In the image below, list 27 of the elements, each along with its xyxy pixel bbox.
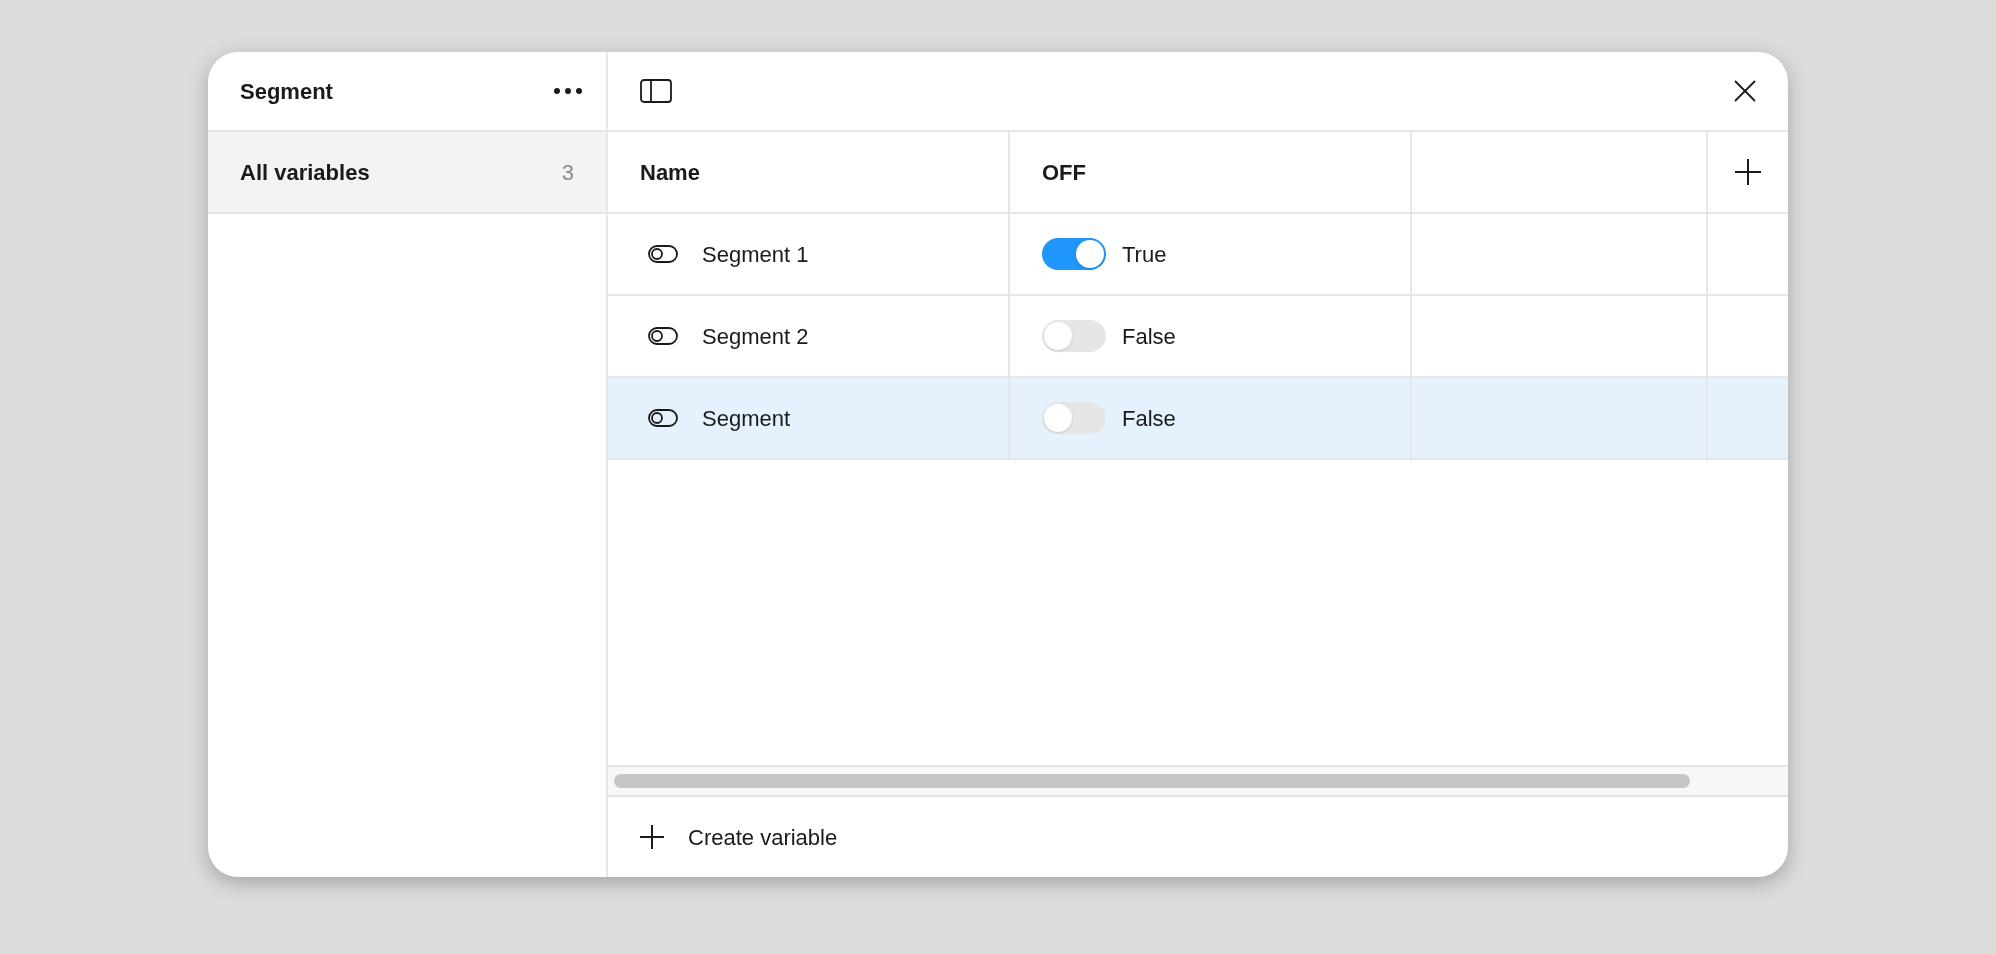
sidebar-title: Segment bbox=[240, 77, 333, 106]
variable-value: False bbox=[1122, 404, 1176, 433]
toggle-switch[interactable] bbox=[1042, 320, 1106, 352]
scrollbar-thumb[interactable] bbox=[614, 774, 1690, 788]
item-count: 3 bbox=[561, 158, 574, 187]
variable-value: True bbox=[1122, 240, 1167, 269]
add-column-icon[interactable] bbox=[1735, 159, 1761, 185]
table-row[interactable]: Segment 2 False bbox=[608, 296, 1788, 378]
column-header: Name bbox=[608, 132, 1010, 212]
toggle-icon bbox=[648, 408, 678, 428]
variable-name: Segment 2 bbox=[702, 322, 809, 351]
toggle-switch[interactable] bbox=[1042, 238, 1106, 270]
table-row[interactable]: Segment 1 True bbox=[608, 214, 1788, 296]
sidebar-toggle-icon[interactable] bbox=[640, 79, 672, 103]
toggle-icon bbox=[648, 244, 678, 264]
variable-name: Segment 1 bbox=[702, 240, 809, 269]
sidebar-item-label: All variables bbox=[240, 158, 370, 187]
variable-value: False bbox=[1122, 322, 1176, 351]
toggle-switch[interactable] bbox=[1042, 402, 1106, 434]
plus-icon bbox=[640, 825, 664, 849]
variable-name: Segment bbox=[702, 404, 791, 433]
close-icon[interactable] bbox=[1734, 80, 1756, 102]
table-row[interactable]: Segment False bbox=[608, 378, 1788, 460]
column-header: OFF bbox=[1010, 132, 1412, 212]
toggle-icon bbox=[648, 326, 678, 346]
sidebar-item[interactable]: All variables 3 bbox=[208, 132, 606, 214]
create-variable-button[interactable]: Create variable bbox=[640, 820, 838, 854]
